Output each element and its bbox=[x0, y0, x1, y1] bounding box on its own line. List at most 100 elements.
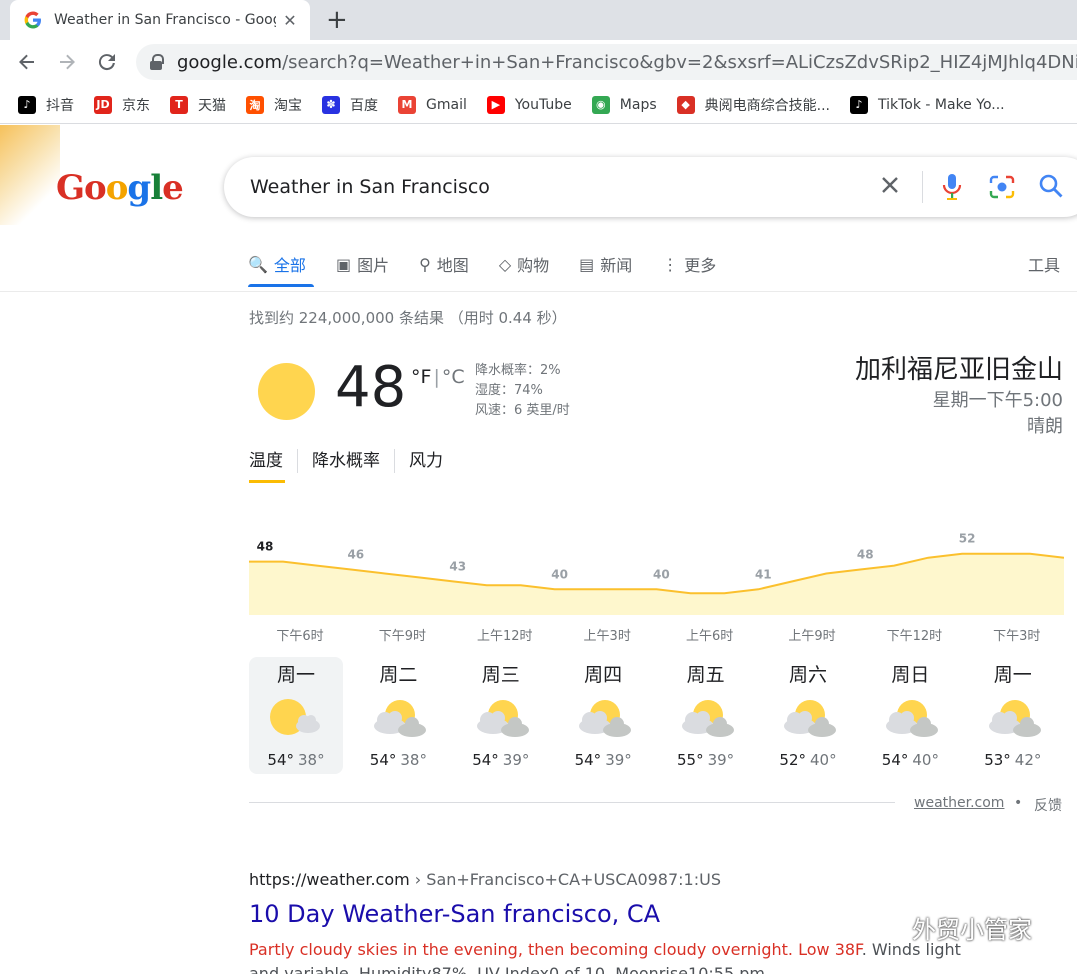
weather-source-link[interactable]: weather.com bbox=[914, 795, 1004, 811]
more-icon: ⋮ bbox=[662, 254, 679, 274]
bookmark-1[interactable]: JD 京东 bbox=[94, 95, 150, 115]
chart-value-label: 40 bbox=[551, 567, 568, 581]
day-name: 周六 bbox=[788, 664, 827, 686]
browser-tab[interactable]: Weather in San Francisco - Google ✕ bbox=[10, 0, 310, 40]
reload-icon[interactable] bbox=[92, 47, 122, 77]
microphone-icon[interactable] bbox=[940, 173, 964, 207]
forward-arrow-icon[interactable] bbox=[52, 47, 82, 77]
weather-metric-tabs: 温度 降水概率 风力 bbox=[249, 449, 457, 473]
bookmark-label: 百度 bbox=[350, 97, 378, 114]
bookmark-0[interactable]: ♪ 抖音 bbox=[18, 95, 74, 115]
day-temps: 55° 39° bbox=[659, 751, 753, 769]
partly-cloudy-icon bbox=[988, 700, 1041, 737]
tab-map-pin[interactable]: ⚲ 地图 bbox=[419, 250, 469, 278]
weather-tab-2[interactable]: 风力 bbox=[394, 449, 457, 473]
day-forecast-card[interactable]: 周三 54° 39° bbox=[454, 657, 548, 774]
tab-label: 新闻 bbox=[600, 256, 633, 275]
partly-cloudy-icon bbox=[784, 700, 836, 737]
precipitation-text: 降水概率：2% bbox=[475, 363, 561, 378]
bookmark-8[interactable]: ◆ 典阅电商综合技能... bbox=[676, 95, 830, 115]
tools-button[interactable]: 工具 bbox=[1028, 252, 1060, 276]
day-forecast-card[interactable]: 周二 54° 38° bbox=[351, 657, 445, 774]
bookmark-9[interactable]: ♪ TikTok - Make Yo... bbox=[850, 95, 1005, 114]
low-temp: 39° bbox=[502, 751, 530, 769]
bookmark-7[interactable]: ◉ Maps bbox=[591, 95, 657, 114]
bookmarks-bar: ♪ 抖音 JD 京东 T 天猫 淘淘宝 ✽ 百度 M Gmail ▶ YouTube ◉ Maps ◆ 典阅电商… bbox=[0, 86, 1077, 124]
hour-label: 上午12时 bbox=[477, 629, 533, 644]
day-name: 周三 bbox=[481, 664, 520, 686]
bookmark-4[interactable]: ✽ 百度 bbox=[322, 95, 378, 115]
tab-image[interactable]: ▣ 图片 bbox=[336, 250, 389, 278]
feedback-link[interactable]: 反馈 bbox=[1034, 795, 1062, 815]
celsius-toggle[interactable]: °C bbox=[442, 366, 465, 388]
hour-label: 下午12时 bbox=[886, 629, 943, 644]
low-temp: 38° bbox=[298, 751, 325, 769]
bookmark-2[interactable]: T 天猫 bbox=[170, 95, 226, 115]
result-cite[interactable]: https://weather.com › San+Francisco+CA+U… bbox=[249, 870, 721, 889]
search-box[interactable]: Weather in San Francisco bbox=[224, 157, 1077, 217]
bookmark-label: 抖音 bbox=[46, 97, 74, 114]
doodle-decoration bbox=[0, 125, 60, 225]
day-forecast-card[interactable]: 周六 52° 40° bbox=[761, 657, 855, 774]
weather-details: 降水概率：2% 湿度：74% 风速：6 英里/时 bbox=[475, 361, 570, 421]
bookmark-label: Gmail bbox=[426, 96, 467, 113]
chart-value-label: 48 bbox=[257, 540, 274, 554]
day-forecast-card[interactable]: 周四 54° 39° bbox=[556, 657, 650, 774]
hour-label: 下午6时 bbox=[276, 629, 324, 644]
low-temp: 42° bbox=[1014, 751, 1042, 769]
browser-toolbar: google.com/search?q=Weather+in+San+Franc… bbox=[0, 40, 1077, 86]
search-input[interactable]: Weather in San Francisco bbox=[250, 176, 490, 198]
maps-icon: ◉ bbox=[591, 95, 610, 114]
bookmark-label: Maps bbox=[619, 96, 657, 113]
footer-dot: • bbox=[1014, 795, 1023, 811]
low-temp: 39° bbox=[605, 751, 632, 769]
day-forecast-card[interactable]: 周五 55° 39° bbox=[659, 657, 753, 774]
partly-cloudy-icon bbox=[579, 700, 632, 737]
day-temps: 53° 42° bbox=[966, 751, 1060, 769]
day-forecast-card[interactable]: 周日 54° 40° bbox=[863, 657, 957, 774]
tab-search[interactable]: 🔍 全部 bbox=[248, 250, 306, 278]
result-title-link[interactable]: 10 Day Weather-San francisco, CA bbox=[249, 900, 660, 928]
tab-tag[interactable]: ◇ 购物 bbox=[499, 250, 549, 278]
day-forecast-card[interactable]: 周一 54° 38° bbox=[249, 657, 343, 774]
close-tab-icon[interactable]: ✕ bbox=[280, 11, 300, 30]
back-arrow-icon[interactable] bbox=[12, 47, 42, 77]
chart-area bbox=[249, 553, 1064, 615]
new-tab-icon[interactable]: + bbox=[326, 5, 348, 35]
location-title: 加利福尼亚旧金山 bbox=[854, 355, 1063, 385]
day-temps: 54° 39° bbox=[454, 751, 548, 769]
low-temp: 40° bbox=[810, 751, 837, 769]
location-time: 星期一下午5:00 bbox=[932, 390, 1063, 411]
weather-tab-1[interactable]: 降水概率 bbox=[297, 449, 394, 473]
bookmark-3[interactable]: 淘淘宝 bbox=[246, 95, 302, 115]
partly-cloudy-icon bbox=[476, 700, 529, 737]
low-temp: 40° bbox=[912, 751, 939, 769]
bookmark-label: 天猫 bbox=[198, 97, 226, 114]
unit-switcher: °F | °C bbox=[411, 366, 465, 388]
day-forecast-card[interactable]: 周一 53° 42° bbox=[966, 657, 1060, 774]
day-temps: 54° 39° bbox=[556, 751, 650, 769]
fahrenheit-toggle[interactable]: °F bbox=[411, 366, 431, 388]
lock-icon[interactable] bbox=[150, 54, 164, 70]
tab-label: 图片 bbox=[357, 256, 390, 275]
clear-icon[interactable] bbox=[878, 173, 902, 203]
card-footer-divider bbox=[249, 802, 895, 803]
weather-tab-0[interactable]: 温度 bbox=[249, 449, 297, 473]
day-name: 周日 bbox=[891, 664, 930, 686]
day-name: 周一 bbox=[993, 664, 1032, 686]
address-bar[interactable]: google.com/search?q=Weather+in+San+Franc… bbox=[136, 44, 1077, 80]
camera-search-icon[interactable] bbox=[988, 173, 1016, 207]
active-tab-indicator bbox=[248, 284, 314, 287]
bookmark-6[interactable]: ▶ YouTube bbox=[486, 95, 572, 114]
search-icon[interactable] bbox=[1038, 173, 1064, 205]
high-temp: 54° bbox=[267, 751, 294, 769]
google-doodle-logo[interactable]: Google bbox=[56, 168, 184, 208]
tab-news[interactable]: ▤ 新闻 bbox=[579, 250, 632, 278]
tab-more[interactable]: ⋮ 更多 bbox=[662, 250, 716, 278]
bookmark-5[interactable]: M Gmail bbox=[398, 95, 467, 114]
jd-icon: JD bbox=[94, 95, 112, 114]
bookmark-label: 典阅电商综合技能... bbox=[704, 97, 830, 114]
hour-label: 上午3时 bbox=[583, 629, 631, 644]
tab-label: 更多 bbox=[684, 256, 717, 275]
tab-label: 地图 bbox=[436, 256, 469, 275]
